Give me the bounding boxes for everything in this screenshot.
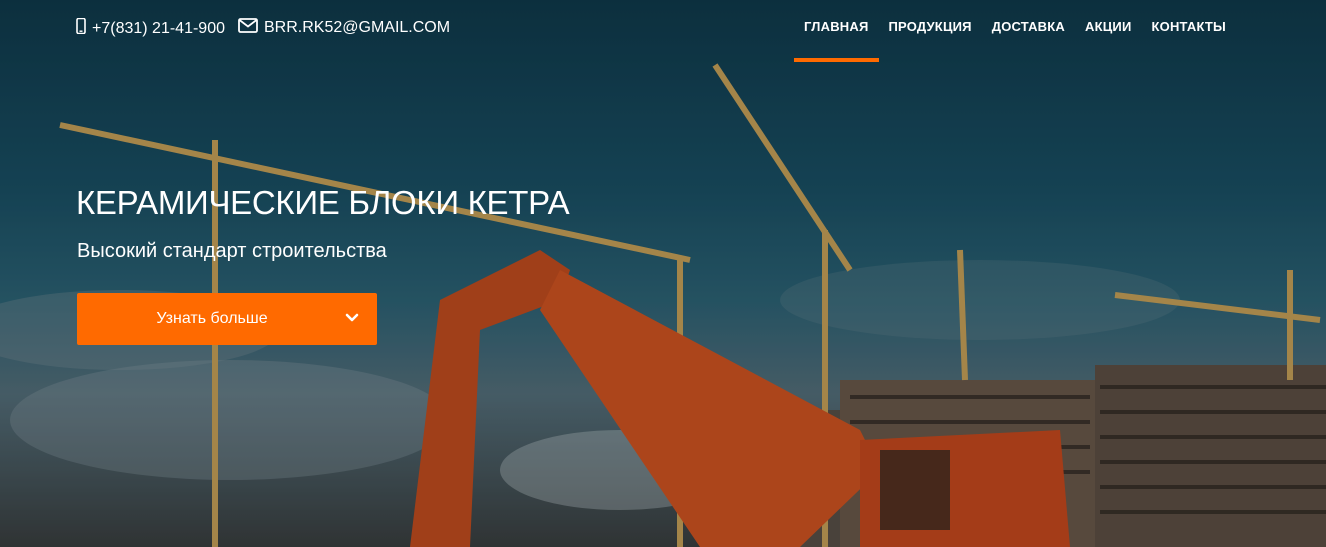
phone-contact[interactable]: +7(831) 21-41-900 [76,17,225,39]
nav-item-contacts[interactable]: КОНТАКТЫ [1142,0,1236,62]
nav-item-promotions[interactable]: АКЦИИ [1075,0,1142,62]
image-overlay [0,0,1326,547]
nav-item-home[interactable]: ГЛАВНАЯ [794,0,879,62]
email-address: BRR.RK52@GMAIL.COM [264,19,451,36]
phone-icon [76,17,86,39]
hero-title: КЕРАМИЧЕСКИЕ БЛОКИ КЕТРА [76,184,570,221]
learn-more-button[interactable]: Узнать больше [77,293,377,345]
top-bar: +7(831) 21-41-900 BRR.RK52@GMAIL.COM ГЛА… [0,0,1326,62]
hero-section: +7(831) 21-41-900 BRR.RK52@GMAIL.COM ГЛА… [0,0,1326,547]
envelope-icon [238,18,258,38]
chevron-down-icon [345,311,359,330]
nav-item-products[interactable]: ПРОДУКЦИЯ [879,0,982,62]
learn-more-label: Узнать больше [156,310,268,327]
main-nav: ГЛАВНАЯ ПРОДУКЦИЯ ДОСТАВКА АКЦИИ КОНТАКТ… [794,0,1236,62]
email-contact[interactable]: BRR.RK52@GMAIL.COM [238,18,450,38]
hero-subtitle: Высокий стандарт строительства [77,240,387,262]
phone-number: +7(831) 21-41-900 [92,19,225,37]
nav-item-delivery[interactable]: ДОСТАВКА [982,0,1075,62]
